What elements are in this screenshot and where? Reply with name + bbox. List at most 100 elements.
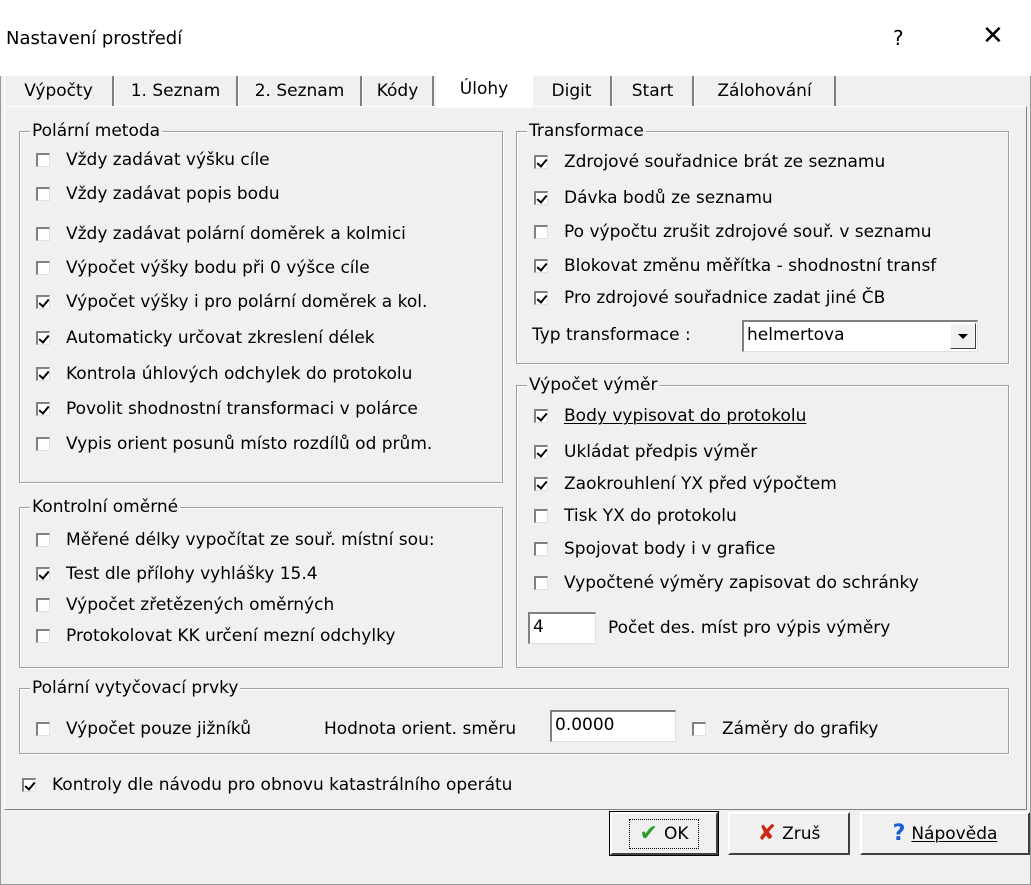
checkbox-row[interactable]: Vždy zadávat popis bodu [36,182,280,206]
group-title-area: Výpočet výměr [527,375,660,395]
checkbox-row[interactable]: Výpočet výšky bodu při 0 výšce cíle [36,256,370,280]
checkbox-row[interactable]: Zaokrouhlení YX před výpočtem [534,472,837,496]
checkbox-row[interactable]: Vypis orient posunů místo rozdílů od prů… [36,432,432,456]
checkbox-label: Výpočet zřetězených oměrných [66,595,335,615]
checkbox-row[interactable]: Výpočet výšky i pro polární doměrek a ko… [36,290,427,314]
cancel-button[interactable]: ✘ Zruš [728,812,850,855]
checkbox-row[interactable]: Pro zdrojové souřadnice zadat jiné ČB [534,286,885,310]
checkbox-label: Dávka bodů ze seznamu [564,188,773,208]
checkbox[interactable] [36,598,50,612]
checkbox-label: Výpočet výšky bodu při 0 výšce cíle [66,258,370,278]
tab-ulohy[interactable]: Úlohy [436,74,532,108]
checkbox-label: Vždy zadávat polární doměrek a kolmici [66,224,406,244]
ok-button[interactable]: ✔ OK [609,811,719,856]
checkbox-label: Záměry do grafiky [722,719,879,739]
group-title-control: Kontrolní oměrné [30,497,181,517]
checkbox-row[interactable]: Měřené délky vypočítat ze souř. místní s… [36,528,435,552]
checkbox-row[interactable]: Vypočtené výměry zapisovat do schránky [534,571,919,595]
checkbox[interactable] [36,261,50,275]
orient-direction-input[interactable]: 0.0000 [550,710,676,742]
checkbox-label: Tisk YX do protokolu [564,506,737,526]
checkbox[interactable] [534,155,548,169]
checkbox[interactable] [36,187,50,201]
checkbox-row[interactable]: Kontrola úhlových odchylek do protokolu [36,362,412,386]
check-icon: ✔ [639,820,658,846]
tab-seznam-2[interactable]: 2. Seznam [238,76,362,106]
checkbox[interactable] [534,291,548,305]
chevron-down-icon[interactable] [950,323,976,349]
checkbox[interactable] [534,445,548,459]
checkbox[interactable] [36,331,50,345]
checkbox[interactable] [692,722,706,736]
checkbox-row[interactable]: Ukládat předpis výměr [534,440,757,464]
checkbox-row[interactable]: Zdrojové souřadnice brát ze seznamu [534,150,885,174]
checkbox-row[interactable]: Vždy zadávat výšku cíle [36,148,270,172]
checkbox[interactable] [534,576,548,590]
checkbox[interactable] [534,409,548,423]
checkbox-label: Kontroly dle návodu pro obnovu katastrál… [52,775,513,795]
checkbox-row[interactable]: Záměry do grafiky [692,717,878,741]
checkbox-label: Vždy zadávat výšku cíle [66,150,270,170]
checkbox-label: Výpočet výšky i pro polární doměrek a ko… [66,292,428,312]
checkbox-label: Automaticky určovat zkreslení délek [66,328,375,348]
checkbox[interactable] [534,509,548,523]
cross-icon: ✘ [757,820,777,846]
checkbox-label: Vypočtené výměry zapisovat do schránky [564,573,919,593]
checkbox-label: Zdrojové souřadnice brát ze seznamu [564,152,886,172]
checkbox-row[interactable]: Body vypisovat do protokolu [534,404,806,428]
checkbox-row[interactable]: Výpočet pouze jižníků [36,717,251,741]
checkbox[interactable] [36,629,50,643]
checkbox[interactable] [36,153,50,167]
help-button[interactable]: ? Nápověda [860,812,1030,855]
checkbox-label: Vždy zadávat popis bodu [66,184,280,204]
checkbox[interactable] [534,259,548,273]
checkbox[interactable] [22,778,36,792]
help-label: Nápověda [911,823,998,844]
transform-type-value: helmertova [747,325,845,345]
checkbox-row[interactable]: Povolit shodnostní transformaci v polárc… [36,397,418,421]
group-title-transform: Transformace [527,121,646,141]
checkbox-row[interactable]: Blokovat změnu měřítka - shodnostní tran… [534,254,936,278]
close-icon[interactable]: ✕ [982,21,1004,51]
tab-digit[interactable]: Digit [532,76,612,106]
checkbox[interactable] [534,477,548,491]
checkbox-row[interactable]: Kontroly dle návodu pro obnovu katastrál… [22,773,512,797]
checkbox-label: Test dle přílohy vyhlášky 15.4 [66,564,318,584]
group-title-stakeout: Polární vytyčovací prvky [30,678,241,698]
checkbox[interactable] [36,437,50,451]
checkbox-label: Výpočet pouze jižníků [66,719,252,739]
checkbox-row[interactable]: Test dle přílohy vyhlášky 15.4 [36,562,318,586]
transform-type-select[interactable]: helmertova [742,320,978,352]
tab-vypocty[interactable]: Výpočty [4,76,114,106]
checkbox-row[interactable]: Protokolovat KK určení mezní odchylky [36,624,395,648]
checkbox-row[interactable]: Tisk YX do protokolu [534,504,737,528]
tab-start[interactable]: Start [612,76,694,106]
decimals-input[interactable]: 4 [528,612,596,644]
checkbox[interactable] [36,295,50,309]
checkbox[interactable] [534,191,548,205]
checkbox[interactable] [36,567,50,581]
checkbox-label: Zaokrouhlení YX před výpočtem [564,474,837,494]
checkbox-label: Po výpočtu zrušit zdrojové souř. v sezna… [564,222,932,242]
checkbox[interactable] [534,225,548,239]
tab-zalohovani[interactable]: Zálohování [694,76,836,106]
title-bar: Nastavení prostředí ? ✕ [0,0,1031,76]
checkbox-row[interactable]: Dávka bodů ze seznamu [534,186,773,210]
checkbox[interactable] [36,227,50,241]
checkbox-row[interactable]: Spojovat body i v grafice [534,537,775,561]
checkbox[interactable] [36,367,50,381]
tab-seznam-1[interactable]: 1. Seznam [114,76,238,106]
checkbox-label: Kontrola úhlových odchylek do protokolu [66,364,413,384]
checkbox[interactable] [36,722,50,736]
checkbox-row[interactable]: Vždy zadávat polární doměrek a kolmici [36,222,406,246]
help-title-button[interactable]: ? [893,26,904,50]
checkbox[interactable] [534,542,548,556]
checkbox-row[interactable]: Po výpočtu zrušit zdrojové souř. v sezna… [534,220,932,244]
checkbox-row[interactable]: Výpočet zřetězených oměrných [36,593,334,617]
tab-kody[interactable]: Kódy [362,76,434,106]
checkbox-label: Povolit shodnostní transformaci v polárc… [66,399,418,419]
checkbox[interactable] [36,402,50,416]
checkbox[interactable] [36,533,50,547]
orient-direction-label: Hodnota orient. směru [324,719,517,739]
checkbox-row[interactable]: Automaticky určovat zkreslení délek [36,326,375,350]
